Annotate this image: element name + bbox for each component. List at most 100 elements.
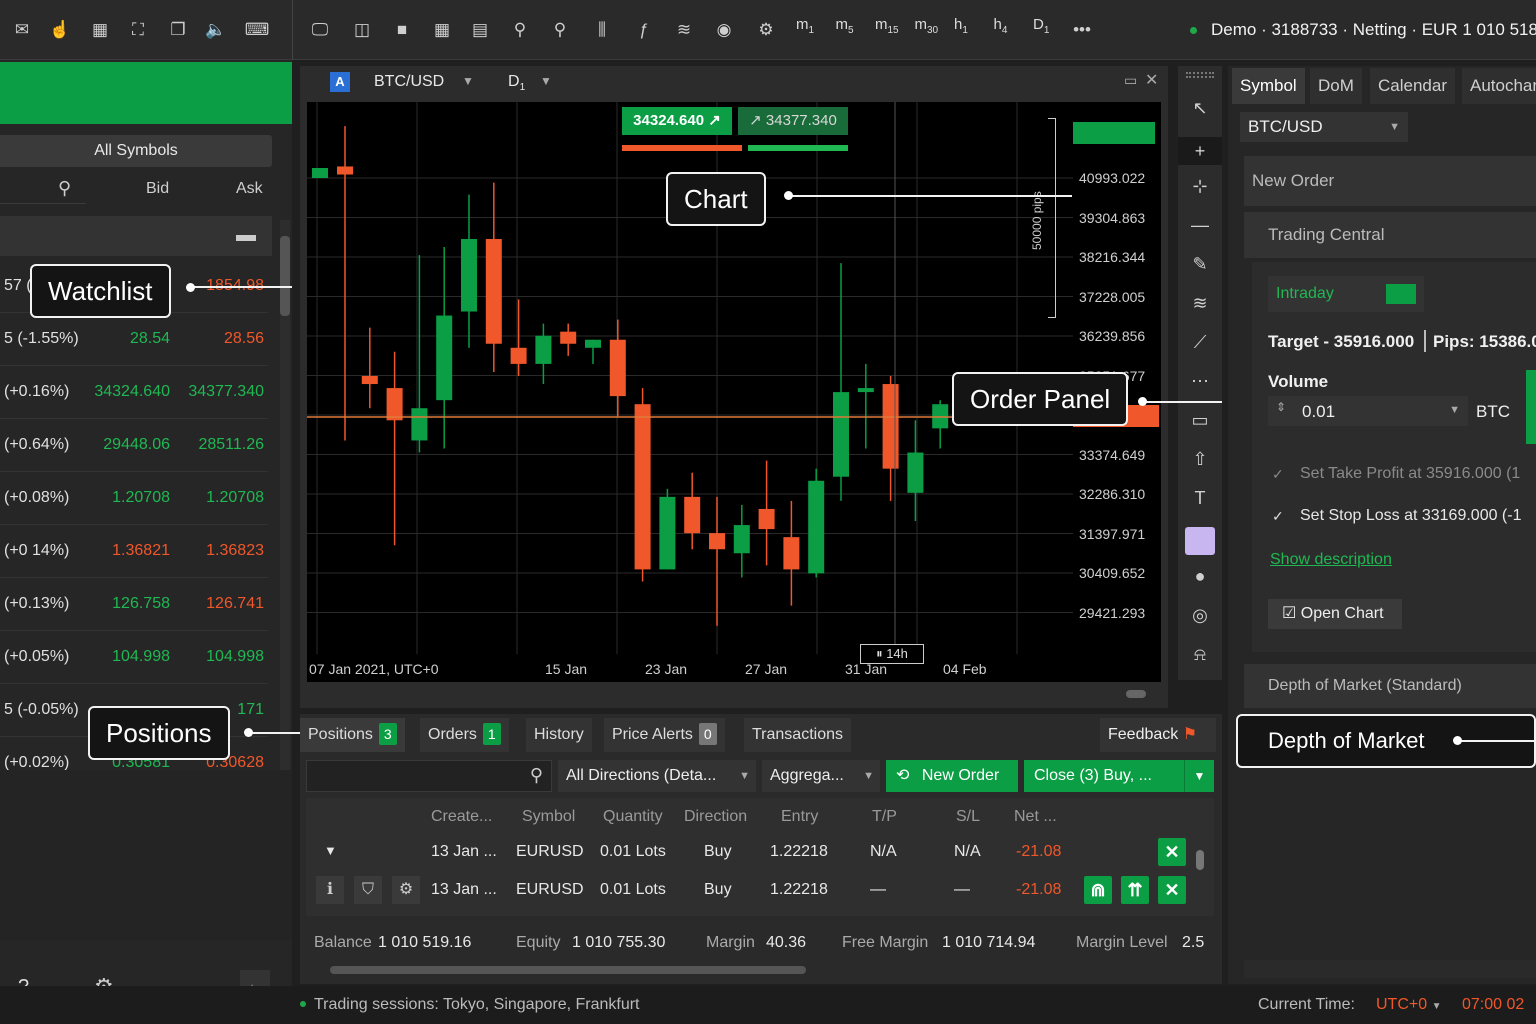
tab-positions[interactable]: Positions 3 [300,718,405,752]
double-icon[interactable]: ⇈ [1121,876,1149,904]
account-info[interactable]: Demo · 3188733 · Netting · EUR 1 010 518 [1190,20,1536,40]
fibonacci-icon[interactable]: ≋ [1178,293,1222,314]
close-position-icon[interactable]: ✕ [1158,876,1186,904]
new-order-section[interactable]: New Order [1244,156,1536,206]
calculator-icon[interactable]: ▦ [88,18,112,42]
watchlist-row[interactable]: (+0.05%) 104.998 104.998 [0,631,268,684]
timeframe-m30[interactable]: m30 [915,16,939,36]
watchlist-row[interactable]: (+0.64%) 29448.06 28511.26 [0,419,268,472]
timeframe-dropdown-icon[interactable]: ▼ [540,74,552,88]
tab-orders[interactable]: Orders 1 [420,718,509,752]
aggregation-filter[interactable]: Aggrega... ▼ [762,760,880,792]
layout-single-icon[interactable]: ■ [390,18,414,42]
symbol-select[interactable]: BTC/USD ▼ [1240,112,1408,142]
timeframe-m1[interactable]: m1 [796,16,814,36]
bell-icon[interactable]: ⍾ [1178,644,1222,665]
watchlist-row[interactable]: (+0 14%) 1.36821 1.36823 [0,525,268,578]
timeframe-h1[interactable]: h1 [954,16,968,36]
timeframe-m15[interactable]: m15 [875,16,899,36]
table-row[interactable]: 13 Jan ... EURUSD 0.01 Lots Buy 1.22218 — — -21… [306,873,1196,909]
timeframe-m5[interactable]: m5 [836,16,854,36]
cursor-icon[interactable]: ↖ [1178,98,1222,119]
candles-icon[interactable]: ⫼ [590,18,614,42]
shield-icon[interactable]: ⛉ [354,876,382,904]
tab-symbol[interactable]: Symbol [1232,68,1305,104]
direction-filter[interactable]: All Directions (Deta... ▼ [558,760,756,792]
watchlist-row[interactable]: (+0.08%) 1.20708 1.20708 [0,472,268,525]
keyboard-icon[interactable]: ⌨ [242,18,272,42]
watchlist-group-row[interactable] [0,216,272,256]
column-header[interactable]: S/L [956,808,980,826]
tab-all-symbols[interactable]: All Symbols [0,135,272,167]
trend-line-icon[interactable]: ⟋ [1178,332,1222,353]
close-position-icon[interactable]: ✕ [1158,838,1186,866]
watchlist-row[interactable]: (+0.16%) 34324.640 34377.340 [0,366,268,419]
tab-transactions[interactable]: Transactions [744,718,851,752]
circle-icon[interactable]: ● [1178,566,1222,587]
zoom-in-icon[interactable]: ⚲ [548,18,572,42]
feedback-button[interactable]: Feedback ⚑ [1100,718,1216,752]
sl-checkbox[interactable]: ✓ [1272,508,1284,525]
horizontal-line-icon[interactable]: — [1178,215,1222,236]
layout-grid-icon[interactable]: ▦ [430,18,454,42]
show-description-link[interactable]: Show description [1270,551,1392,569]
layers-icon[interactable]: ≋ [672,18,696,42]
chart-window-icon[interactable]: 🖵 [308,18,332,42]
toolbar-grip[interactable] [1186,72,1214,78]
timeframe-D1[interactable]: D1 [1033,16,1049,36]
zoom-out-icon[interactable]: ⚲ [508,18,532,42]
chart-type-icon[interactable]: A [330,72,350,92]
watchlist-row[interactable]: 5 (-1.55%) 28.54 28.56 [0,313,268,366]
eye-icon[interactable]: ◉ [712,18,736,42]
intraday-select[interactable]: Intraday [1268,276,1424,312]
watchlist-scrollbar[interactable] [280,220,290,770]
mail-icon[interactable]: ✉ [10,18,34,42]
close-icon[interactable]: ✕ [1145,70,1158,90]
table-scrollbar[interactable] [1194,838,1206,918]
column-header[interactable]: Net ... [1014,808,1057,826]
cross-icon[interactable]: ⊹ [1178,176,1222,197]
camera-icon[interactable]: ◎ [1178,605,1222,626]
indicator-icon[interactable]: ƒ [632,18,656,42]
sound-icon[interactable]: 🔈 [204,18,228,42]
place-order-button[interactable] [1526,370,1536,444]
column-header[interactable]: T/P [872,808,897,826]
volume-input[interactable]: ⇕ 0.01 ▼ [1268,396,1468,426]
column-header[interactable]: Create... [431,808,492,826]
expand-icon[interactable]: ▼ [324,843,337,858]
search-icon[interactable]: ⚲ [58,178,71,199]
time-axis[interactable]: 07 Jan 2021, UTC+0 15 Jan 23 Jan 27 Jan 31 J… [307,654,1161,682]
buy-button[interactable]: ↗ 34377.340 [738,107,848,135]
channel-icon[interactable]: ⋯ [1178,371,1222,392]
column-header[interactable]: Direction [684,808,747,826]
fullscreen-icon[interactable]: ⛶ [126,18,150,42]
watchlist-row[interactable]: (+0.13%) 126.758 126.741 [0,578,268,631]
tab-price-alerts[interactable]: Price Alerts 0 [604,718,725,752]
list-icon[interactable]: ▬ [236,224,256,247]
info-icon[interactable]: ℹ [316,876,344,904]
watchlist-search-input[interactable] [0,174,86,204]
gear-icon[interactable]: ⚙ [392,876,420,904]
close-all-button[interactable]: Close (3) Buy, ... ▼ [1024,760,1214,792]
tab-autochartist[interactable]: Autochartist [1462,68,1536,104]
layout-rows-icon[interactable]: ▤ [468,18,492,42]
symbol-dropdown-icon[interactable]: ▼ [462,74,474,88]
tab-calendar[interactable]: Calendar [1370,68,1455,104]
positions-scrollbar[interactable] [314,964,1204,976]
tp-checkbox[interactable]: ✓ [1272,466,1284,483]
crosshair-icon[interactable]: + [1178,137,1222,165]
pencil-icon[interactable]: ✎ [1178,254,1222,275]
positions-search-input[interactable]: ⚲ [306,760,552,792]
chart-scrollbar[interactable] [308,688,1160,700]
chart-timeframe[interactable]: D1 [508,73,525,93]
trading-central-header[interactable]: Trading Central [1244,212,1536,258]
hand-click-icon[interactable]: ☝ [48,18,72,42]
maximize-icon[interactable]: ▭ [1124,72,1137,89]
color-swatch-icon[interactable]: ■ [1185,527,1215,555]
rpanel-scrollbar[interactable] [1244,960,1536,978]
rectangle-icon[interactable]: ▭ [1178,410,1222,431]
column-header[interactable]: Symbol [522,808,575,826]
tab-history[interactable]: History [526,718,592,752]
reverse-icon[interactable]: ⋒ [1084,876,1112,904]
column-header[interactable]: Entry [781,808,818,826]
